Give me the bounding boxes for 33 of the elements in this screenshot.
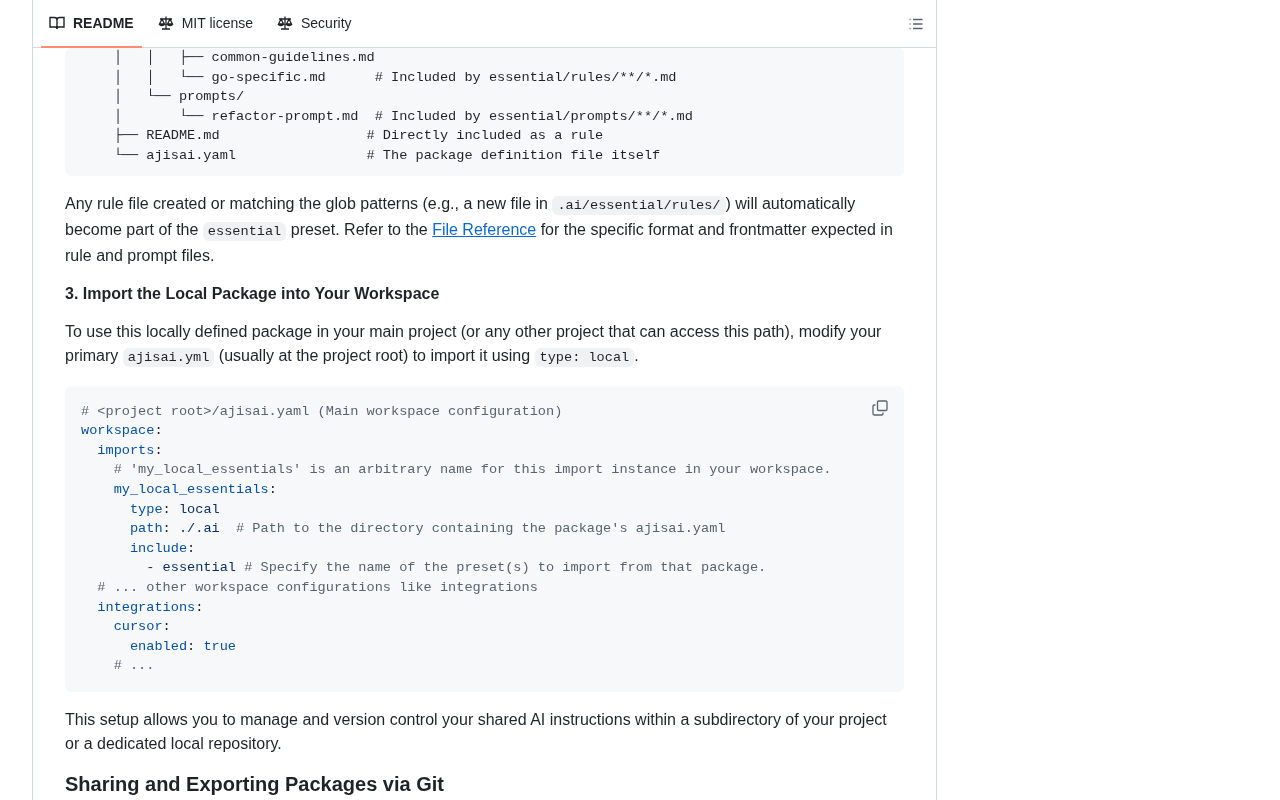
code-line: integrations: [96,598,204,617]
code-line: my_local_essentials: [112,480,277,499]
code-line: # <project root>/ajisai.yaml (Main workspace configuration) [81,402,563,421]
tab[interactable]: Security [269,0,360,48]
paragraph: To use this locally defined package in your main project (or any other project that can access this path), modify your primary ajisai.yml (usually at the project root) to import it using type: local . [65,321,883,369]
code-line: │ │ └── go-specific.md # Included by essential/rules/**/*.md [112,68,677,87]
book-icon [49,15,65,31]
paragraph: This setup allows you to manage and version control your shared AI instructions within a subdirectory of your project or a dedicated local repository. [65,709,888,754]
code-line: path: ./.ai # Path to the directory containing the package's ajisai.yaml [128,520,726,539]
code-line: └── ajisai.yaml # The package definition file itself [112,146,661,165]
code-line: cursor: [112,618,171,637]
code-line: include: [128,539,196,558]
paragraph: Any rule file created or matching the glob patterns (e.g., a new file in .ai/essential/rules/ ) will automatically become part of the essential preset. Refer to the File Reference for the specific format and frontmatter expected in rule and prompt files. [65,193,894,266]
code-line: │ └── prompts/ [112,87,245,107]
code-line: # 'my_local_essentials' is an arbitrary name for this import instance in your workspace. [112,461,832,480]
code-line: # ... [112,657,155,676]
scale-icon [157,15,174,31]
code-line: type: local [128,500,220,519]
scale-icon [277,15,293,31]
code-line: workspace: [81,422,163,441]
copy-icon [872,399,888,416]
code-line: # ... other workspace configurations like integrations [96,578,538,597]
code-line: ├── README.md # Directly included as a rule [112,127,604,146]
code-line: imports: [96,441,163,460]
code-line: │ └── refactor-prompt.md # Included by essential/prompts/**/*.md [112,107,693,126]
code-line: │ │ ├── common-guidelines.md [112,48,375,67]
copy-button[interactable] [870,397,890,418]
section-heading: 3. Import the Local Package into Your Workspace [65,283,441,304]
section-heading: Sharing and Exporting Packages via Git [65,771,445,797]
tab[interactable]: MIT license [149,0,261,48]
code-line: enabled: true [128,637,237,656]
code-line: - essential # Specify the name of the preset(s) to import from that package. [145,559,767,578]
link[interactable]: File Reference [432,220,537,238]
